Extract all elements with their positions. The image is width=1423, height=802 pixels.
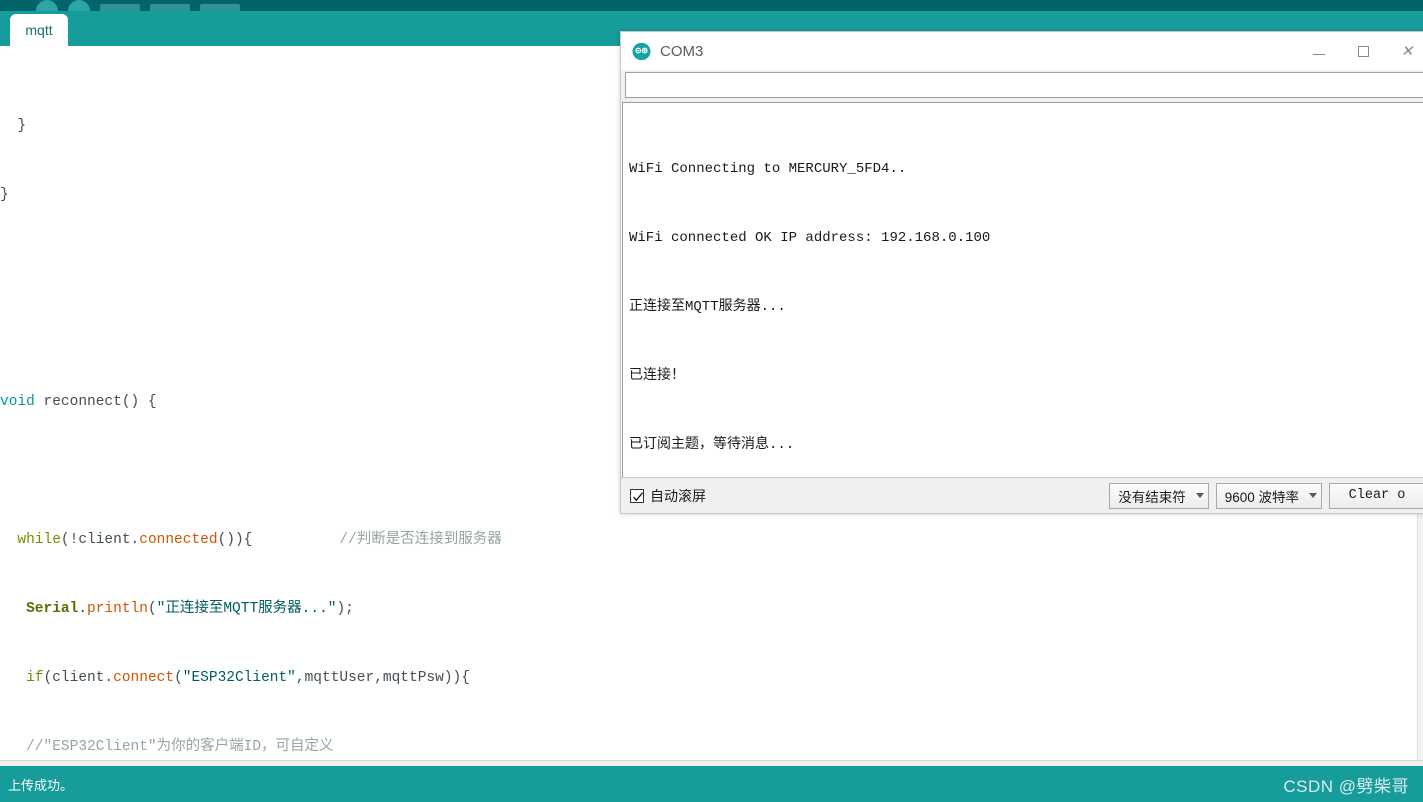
ide-status-message: 上传成功。 bbox=[8, 777, 74, 793]
code-line: Serial.println("正连接至MQTT服务器..."); bbox=[26, 601, 354, 617]
sketch-tab-label: mqtt bbox=[25, 22, 53, 38]
code-line: void reconnect() { bbox=[0, 394, 157, 410]
chevron-down-icon bbox=[1309, 493, 1317, 498]
serial-monitor-window[interactable]: COM3 ✕ WiFi Connecting to MERCURY_5FD4..… bbox=[620, 31, 1423, 514]
code-line: while(!client.connected()){ //判断是否连接到服务器 bbox=[17, 532, 502, 548]
minimize-icon bbox=[1313, 53, 1325, 55]
maximize-button[interactable] bbox=[1341, 32, 1385, 70]
baud-rate-select[interactable]: 9600 波特率 bbox=[1215, 482, 1322, 509]
serial-output-line: 已订阅主题，等待消息... bbox=[629, 437, 795, 453]
maximize-icon bbox=[1357, 45, 1369, 57]
serial-monitor-title: COM3 bbox=[660, 42, 704, 60]
serial-output-area[interactable]: WiFi Connecting to MERCURY_5FD4.. WiFi c… bbox=[622, 102, 1423, 480]
serial-send-row bbox=[621, 70, 1423, 102]
line-ending-select[interactable]: 没有结束符 bbox=[1109, 482, 1209, 509]
csdn-watermark: CSDN @劈柴哥 bbox=[1283, 776, 1409, 796]
close-icon: ✕ bbox=[1400, 42, 1414, 60]
code-line: } bbox=[0, 118, 27, 134]
minimize-button[interactable] bbox=[1297, 32, 1341, 70]
sketch-tab-mqtt[interactable]: mqtt bbox=[10, 14, 68, 46]
code-line: } bbox=[0, 187, 9, 203]
close-button[interactable]: ✕ bbox=[1385, 32, 1423, 70]
code-text: } } void reconnect() { while(!client.con… bbox=[0, 46, 606, 766]
line-ending-value: 没有结束符 bbox=[1118, 489, 1186, 505]
open-sketch-button[interactable] bbox=[150, 4, 190, 11]
serial-output-line: WiFi Connecting to MERCURY_5FD4.. bbox=[629, 161, 907, 177]
upload-button[interactable] bbox=[68, 0, 90, 11]
verify-button[interactable] bbox=[36, 0, 58, 11]
serial-output-line: 已连接！ bbox=[629, 368, 685, 384]
clear-output-button[interactable]: Clear o bbox=[1329, 482, 1423, 509]
autoscroll-label: 自动滚屏 bbox=[650, 487, 706, 504]
serial-send-input[interactable] bbox=[625, 72, 1423, 98]
code-line: if(client.connect("ESP32Client",mqttUser… bbox=[26, 670, 470, 686]
serial-output-text: WiFi Connecting to MERCURY_5FD4.. WiFi c… bbox=[623, 103, 1423, 480]
autoscroll-toggle[interactable]: 自动滚屏 bbox=[630, 486, 706, 506]
code-line: //"ESP32Client"为你的客户端ID，可自定义 bbox=[26, 739, 334, 755]
ide-status-bar: 上传成功。 CSDN @劈柴哥 bbox=[0, 766, 1423, 802]
ide-toolbar-strip bbox=[0, 0, 1423, 11]
serial-output-line: 正连接至MQTT服务器... bbox=[629, 299, 786, 315]
window-controls: ✕ bbox=[1297, 32, 1423, 70]
new-sketch-button[interactable] bbox=[100, 4, 140, 11]
clear-output-label: Clear o bbox=[1348, 488, 1406, 503]
serial-output-line: WiFi connected OK IP address: 192.168.0.… bbox=[629, 230, 991, 246]
arduino-ide-screen: mqtt } } void reconnect() { while(!clien… bbox=[0, 0, 1423, 802]
ide-toolbar-icons bbox=[0, 0, 240, 11]
save-sketch-button[interactable] bbox=[200, 4, 240, 11]
baud-rate-value: 9600 波特率 bbox=[1224, 489, 1299, 505]
serial-monitor-bottom-bar: 自动滚屏 没有结束符 9600 波特率 Clear o bbox=[621, 477, 1423, 513]
checkbox-icon[interactable] bbox=[630, 488, 644, 503]
chevron-down-icon bbox=[1195, 493, 1204, 498]
serial-monitor-titlebar[interactable]: COM3 ✕ bbox=[621, 32, 1423, 70]
arduino-infinity-icon bbox=[632, 42, 651, 61]
